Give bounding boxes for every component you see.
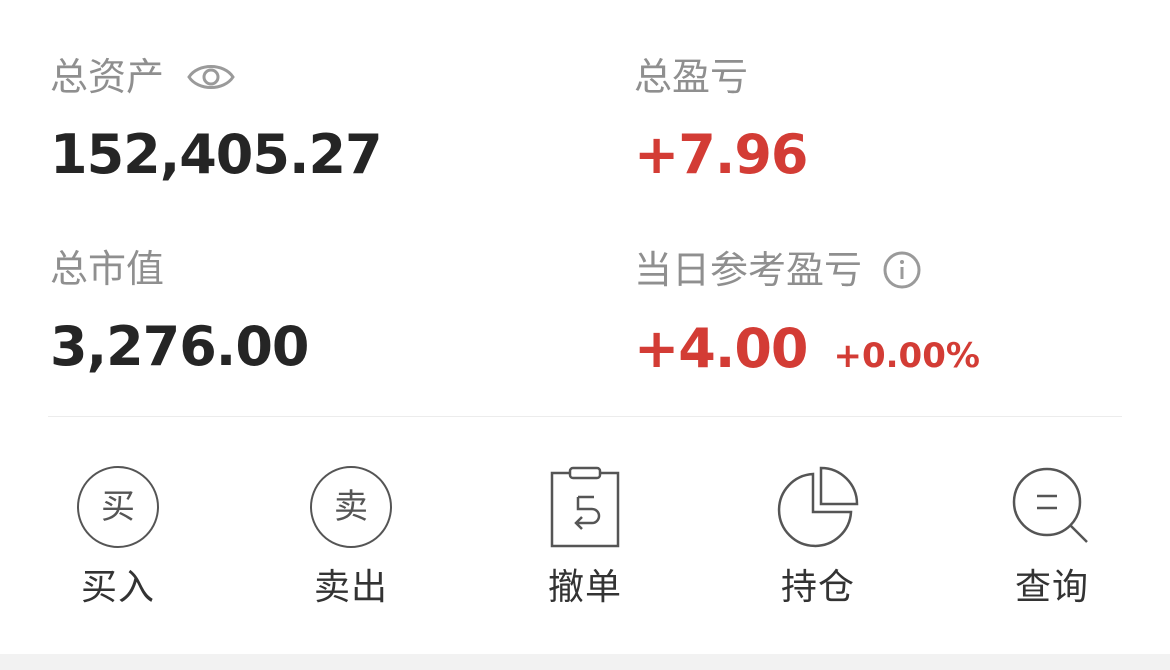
buy-label: 买入 xyxy=(80,567,155,608)
daily-pnl-label-row: 当日参考盈亏 xyxy=(634,250,980,290)
daily-pnl-value-row: +4.00 +0.00% xyxy=(634,322,980,376)
market-value-value: 3,276.00 xyxy=(50,315,309,378)
trade-actions: 买 买入 卖 卖出 撤单 持仓 查询 xyxy=(0,462,1170,622)
search-icon xyxy=(1007,462,1097,552)
daily-pnl-value: +4.00 xyxy=(634,317,808,380)
daily-pnl-label: 当日参考盈亏 xyxy=(634,248,863,292)
holdings-button[interactable]: 持仓 xyxy=(738,462,898,606)
daily-pnl-percent: +0.00% xyxy=(833,336,980,376)
query-button[interactable]: 查询 xyxy=(972,462,1132,606)
total-assets-value: 152,405.27 xyxy=(50,123,383,186)
total-assets-label-row: 总资产 xyxy=(50,58,382,96)
cancel-order-button[interactable]: 撤单 xyxy=(505,462,665,606)
market-value-label: 总市值 xyxy=(50,247,165,291)
total-pnl-value: +7.96 xyxy=(634,123,808,186)
bottom-separator xyxy=(0,654,1170,670)
buy-button[interactable]: 买 买入 xyxy=(38,462,198,606)
sell-icon: 卖 xyxy=(306,462,396,552)
daily-pnl-block: 当日参考盈亏 +4.00 +0.00% xyxy=(634,250,980,376)
buy-icon: 买 xyxy=(73,462,163,552)
sell-button[interactable]: 卖 卖出 xyxy=(271,462,431,606)
cancel-order-label: 撤单 xyxy=(547,567,622,608)
divider xyxy=(48,416,1122,417)
market-value-block: 总市值 3,276.00 xyxy=(50,247,309,378)
pie-chart-icon xyxy=(773,462,863,552)
total-pnl-label: 总盈亏 xyxy=(634,55,749,99)
sell-label: 卖出 xyxy=(313,567,388,608)
query-label: 查询 xyxy=(1014,567,1089,608)
holdings-label: 持仓 xyxy=(780,567,855,608)
cancel-order-icon xyxy=(540,462,630,552)
info-icon[interactable] xyxy=(882,250,922,290)
total-pnl-block: 总盈亏 +7.96 xyxy=(634,55,808,186)
total-assets-label: 总资产 xyxy=(50,55,165,99)
total-assets-block: 总资产 152,405.27 xyxy=(50,58,383,186)
eye-icon[interactable] xyxy=(186,58,236,96)
